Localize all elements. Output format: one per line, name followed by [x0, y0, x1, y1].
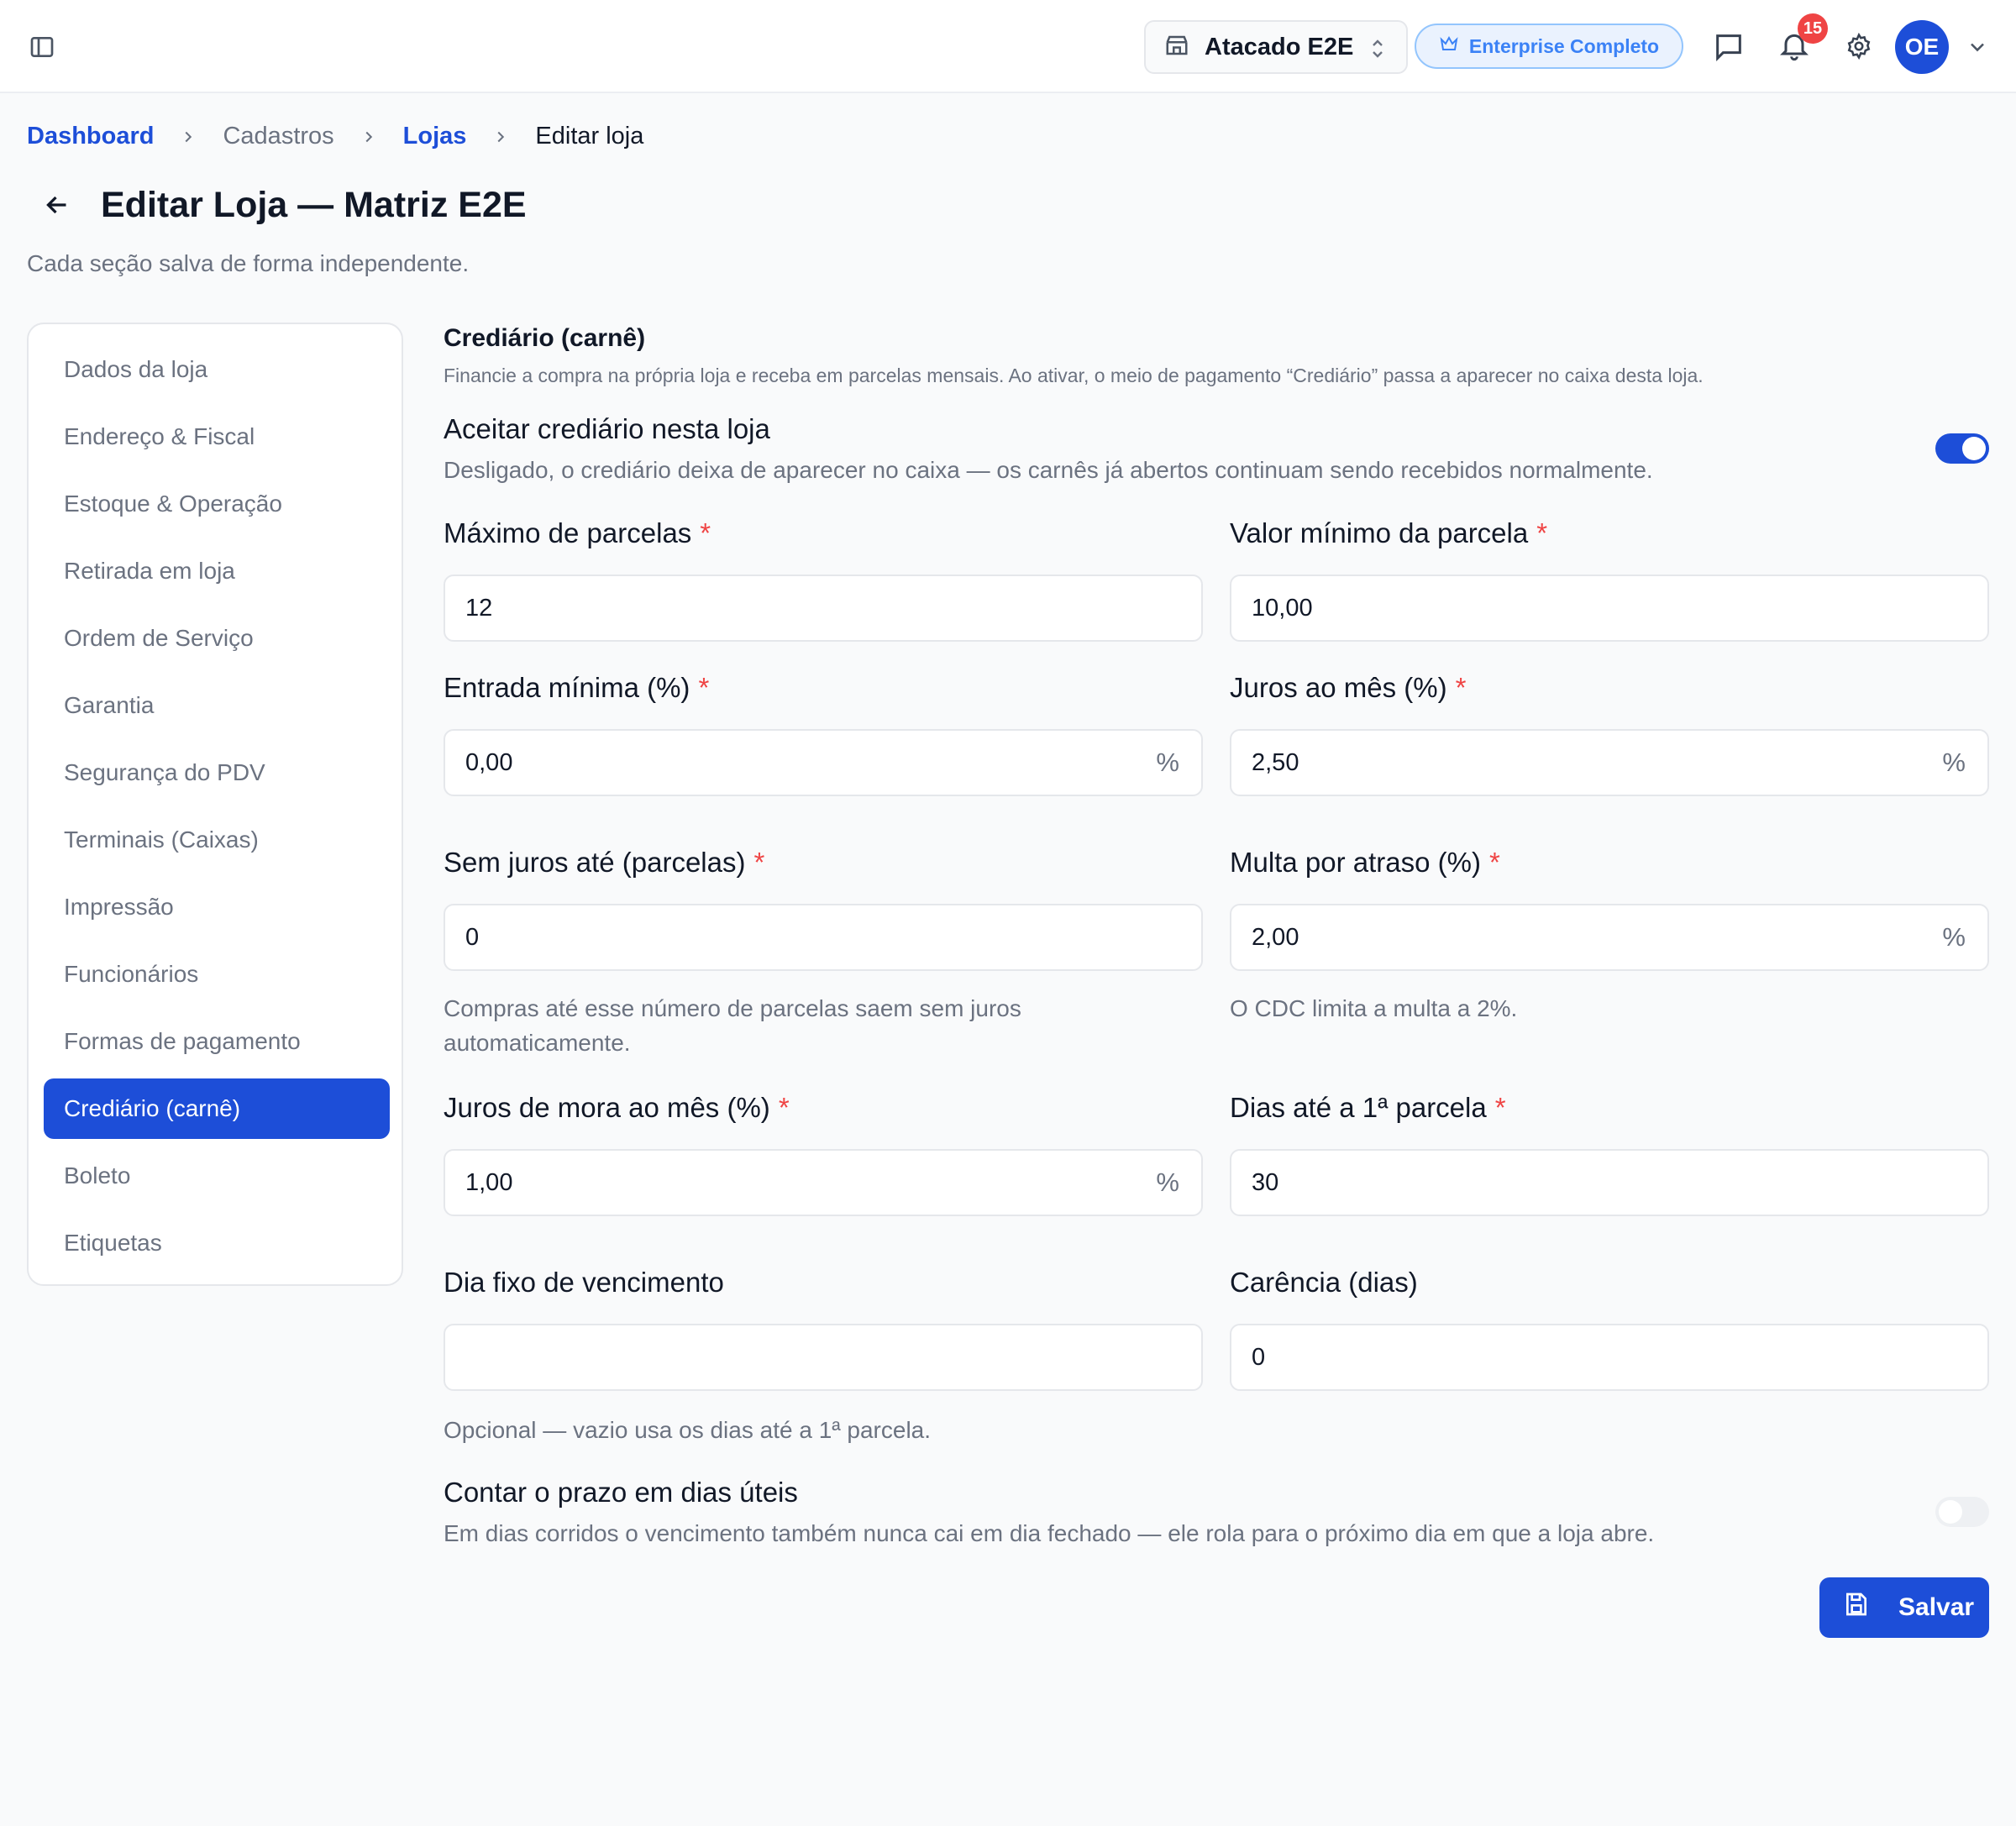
accept-crediario-description: Desligado, o crediário deixa de aparecer…: [444, 457, 1653, 483]
business-days-title: Contar o prazo em dias úteis: [444, 1477, 798, 1508]
percent-suffix: %: [1942, 748, 1966, 777]
multa-atraso-input[interactable]: 2,00%: [1230, 904, 1989, 971]
max-parcelas-input[interactable]: 12: [444, 575, 1203, 642]
breadcrumb-current: Editar loja: [535, 123, 644, 150]
avatar[interactable]: OE: [1895, 20, 1949, 74]
plan-label: Enterprise Completo: [1468, 34, 1660, 57]
sem-juros-help: Compras até esse número de parcelas saem…: [444, 995, 1021, 1056]
gear-icon[interactable]: [1845, 32, 1873, 65]
nav-item-ordem-de-servico[interactable]: Ordem de Serviço: [44, 608, 390, 669]
section-description: Financie a compra na própria loja e rece…: [444, 365, 1704, 386]
chevron-down-icon[interactable]: [1966, 35, 1989, 63]
accept-crediario-toggle[interactable]: [1935, 433, 1989, 464]
carencia-input[interactable]: 0: [1230, 1324, 1989, 1391]
sem-juros-input[interactable]: 0: [444, 904, 1203, 971]
section-nav: Dados da loja Endereço & Fiscal Estoque …: [27, 323, 403, 1286]
max-parcelas-label: Máximo de parcelas *: [444, 517, 711, 548]
chevron-up-down-icon: [1368, 37, 1388, 65]
breadcrumb: Dashboard Cadastros Lojas Editar loja: [27, 123, 643, 150]
nav-item-retirada-em-loja[interactable]: Retirada em loja: [44, 541, 390, 601]
nav-item-terminais[interactable]: Terminais (Caixas): [44, 810, 390, 870]
chevron-right-icon: [179, 128, 197, 146]
store-icon: [1164, 33, 1189, 62]
breadcrumb-cadastros: Cadastros: [223, 123, 334, 150]
sem-juros-label: Sem juros até (parcelas) *: [444, 847, 765, 878]
nav-item-impressao[interactable]: Impressão: [44, 877, 390, 937]
breadcrumb-dashboard[interactable]: Dashboard: [27, 123, 154, 150]
multa-atraso-help: O CDC limita a multa a 2%.: [1230, 995, 1518, 1021]
entrada-minima-input[interactable]: 0,00%: [444, 729, 1203, 796]
juros-mora-label: Juros de mora ao mês (%) *: [444, 1092, 790, 1123]
sem-juros-value: 0: [465, 923, 480, 951]
save-label: Salvar: [1898, 1593, 1975, 1621]
nav-item-funcionarios[interactable]: Funcionários: [44, 944, 390, 1005]
juros-mora-input[interactable]: 1,00%: [444, 1149, 1203, 1216]
entrada-minima-value: 0,00: [465, 748, 513, 776]
nav-item-etiquetas[interactable]: Etiquetas: [44, 1213, 390, 1273]
nav-item-garantia[interactable]: Garantia: [44, 675, 390, 736]
page-title: Editar Loja — Matriz E2E: [101, 185, 527, 225]
plan-badge[interactable]: Enterprise Completo: [1415, 24, 1683, 69]
carencia-label: Carência (dias): [1230, 1267, 1418, 1298]
valor-minimo-label: Valor mínimo da parcela *: [1230, 517, 1548, 548]
multa-atraso-label: Multa por atraso (%) *: [1230, 847, 1500, 878]
dias-primeira-input[interactable]: 30: [1230, 1149, 1989, 1216]
chat-icon[interactable]: [1712, 30, 1746, 68]
notification-badge: 15: [1798, 13, 1828, 44]
dia-fixo-label: Dia fixo de vencimento: [444, 1267, 724, 1298]
valor-minimo-input[interactable]: 10,00: [1230, 575, 1989, 642]
percent-suffix: %: [1156, 1167, 1179, 1197]
accept-crediario-title: Aceitar crediário nesta loja: [444, 413, 770, 444]
page-subtitle: Cada seção salva de forma independente.: [27, 250, 470, 276]
juros-mes-value: 2,50: [1252, 748, 1299, 776]
dia-fixo-input[interactable]: [444, 1324, 1203, 1391]
sidebar-toggle-icon[interactable]: [29, 34, 55, 60]
multa-atraso-value: 2,00: [1252, 923, 1299, 951]
store-switcher[interactable]: Atacado E2E: [1144, 20, 1408, 74]
business-days-toggle[interactable]: [1935, 1497, 1989, 1527]
business-days-description: Em dias corridos o vencimento também nun…: [444, 1520, 1655, 1546]
valor-minimo-value: 10,00: [1252, 594, 1313, 622]
juros-mes-input[interactable]: 2,50%: [1230, 729, 1989, 796]
dia-fixo-help: Opcional — vazio usa os dias até a 1ª pa…: [444, 1417, 932, 1443]
juros-mora-value: 1,00: [465, 1168, 513, 1196]
save-button[interactable]: Salvar: [1819, 1577, 1989, 1638]
chevron-right-icon: [360, 128, 378, 146]
dias-primeira-label: Dias até a 1ª parcela *: [1230, 1092, 1506, 1123]
nav-item-dados-da-loja[interactable]: Dados da loja: [44, 339, 390, 400]
nav-item-boleto[interactable]: Boleto: [44, 1146, 390, 1206]
toggle-knob: [1962, 437, 1986, 460]
save-icon: [1843, 1591, 1870, 1624]
entrada-minima-label: Entrada mínima (%) *: [444, 672, 710, 703]
section-title: Crediário (carnê): [444, 324, 646, 352]
nav-item-formas-de-pagamento[interactable]: Formas de pagamento: [44, 1011, 390, 1072]
arrow-left-icon[interactable]: [42, 190, 72, 220]
nav-item-crediario[interactable]: Crediário (carnê): [44, 1078, 390, 1139]
nav-item-seguranca-pdv[interactable]: Segurança do PDV: [44, 742, 390, 803]
dias-primeira-value: 30: [1252, 1168, 1279, 1196]
nav-item-endereco-fiscal[interactable]: Endereço & Fiscal: [44, 407, 390, 467]
store-name: Atacado E2E: [1205, 33, 1354, 60]
max-parcelas-value: 12: [465, 594, 493, 622]
carencia-value: 0: [1252, 1343, 1266, 1371]
chevron-right-icon: [491, 128, 510, 146]
percent-suffix: %: [1942, 922, 1966, 952]
top-bar: Atacado E2E Enterprise Completo 15 OE: [0, 0, 2016, 93]
crown-icon: [1439, 34, 1459, 58]
breadcrumb-lojas[interactable]: Lojas: [403, 123, 467, 150]
percent-suffix: %: [1156, 748, 1179, 777]
nav-item-estoque-operacao[interactable]: Estoque & Operação: [44, 474, 390, 534]
toggle-knob: [1939, 1500, 1962, 1524]
juros-mes-label: Juros ao mês (%) *: [1230, 672, 1467, 703]
